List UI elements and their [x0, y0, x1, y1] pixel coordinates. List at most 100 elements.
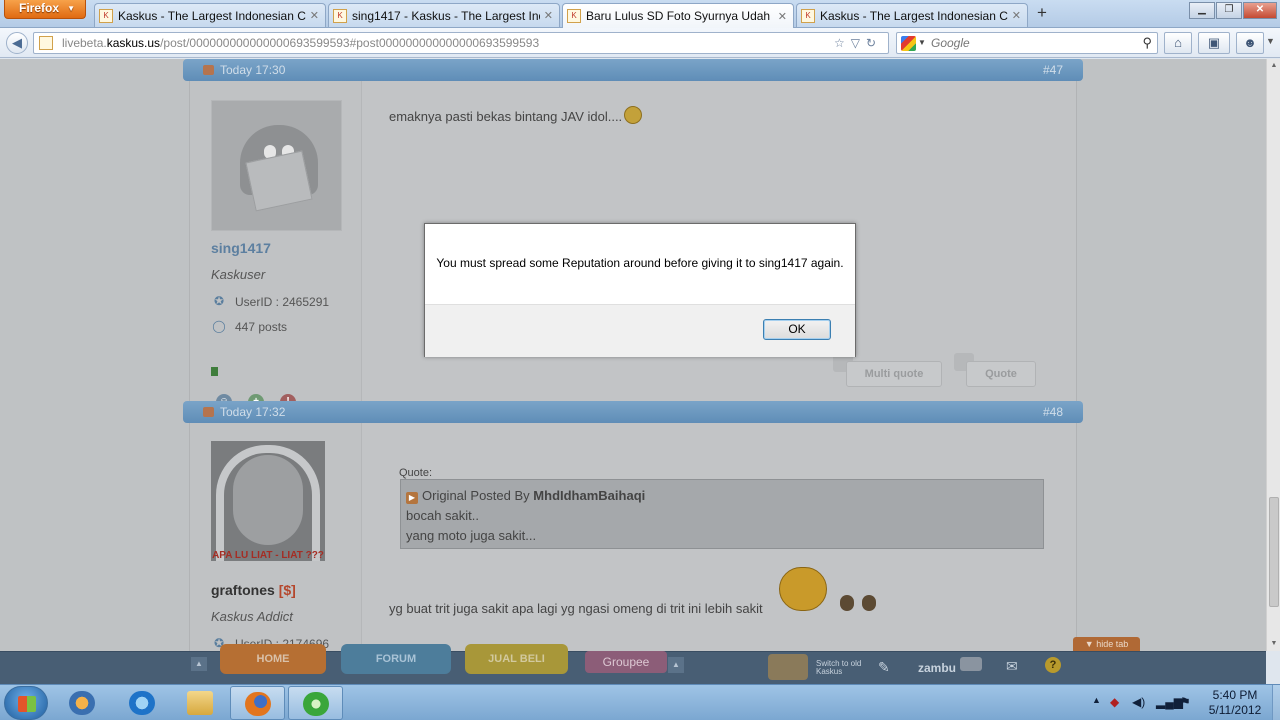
- antivirus-icon[interactable]: ◆: [1110, 695, 1119, 709]
- site-identity-icon[interactable]: [39, 36, 53, 50]
- chevron-up-icon[interactable]: ▲: [191, 657, 207, 671]
- tab-close-icon[interactable]: ✕: [778, 10, 787, 23]
- medal-icon: ✪: [213, 294, 225, 308]
- url-domain: kaskus.us: [106, 36, 161, 50]
- alert-footer: OK: [425, 304, 855, 357]
- scroll-down-icon[interactable]: ▼: [1267, 637, 1280, 651]
- taskbar-firefox[interactable]: [230, 686, 285, 720]
- post-status-icon: [203, 407, 214, 417]
- kaskus-tab-jual-beli[interactable]: JUAL BELI: [465, 644, 568, 674]
- username[interactable]: graftones [$]: [211, 582, 296, 598]
- browser-tab-active[interactable]: K Baru Lulus SD Foto Syurnya Udah Biki..…: [562, 3, 794, 28]
- page-scrollbar[interactable]: ▲ ▼: [1266, 59, 1280, 651]
- kaskus-favicon-icon: K: [567, 9, 581, 23]
- url-prefix: livebeta.: [62, 36, 107, 50]
- username-text: graftones: [211, 582, 275, 598]
- reload-icon[interactable]: ↻: [866, 36, 882, 50]
- new-tab-icon[interactable]: +: [1031, 4, 1053, 24]
- browser-tab[interactable]: K Kaskus - The Largest Indonesian Com...…: [94, 3, 326, 27]
- kaskus-tab-home[interactable]: HOME: [220, 644, 326, 674]
- post-time: Today 17:30: [220, 63, 286, 77]
- post-count: 447 posts: [235, 320, 288, 334]
- clock-time: 5:40 PM: [1212, 688, 1258, 702]
- help-icon[interactable]: ?: [1045, 657, 1061, 673]
- hide-tab-button[interactable]: ▼ hide tab: [1073, 637, 1140, 651]
- show-hidden-icons-icon[interactable]: ▲: [1092, 695, 1101, 705]
- chevron-down-icon[interactable]: ▼: [918, 33, 926, 53]
- kaskus-tab-forum[interactable]: FORUM: [341, 644, 451, 674]
- quote-author[interactable]: MhdIdhamBaihaqi: [533, 488, 645, 503]
- history-dropdown-icon[interactable]: ▽: [851, 36, 866, 50]
- navigation-toolbar: ◀ livebeta.kaskus.us/post/00000000000000…: [0, 28, 1280, 58]
- tab-close-icon[interactable]: ✕: [544, 9, 553, 22]
- post-time: Today 17:32: [220, 405, 286, 419]
- hide-tab-arrow-icon: ▼: [1084, 639, 1097, 649]
- bookmark-star-icon[interactable]: ☆: [834, 36, 851, 50]
- kaskus-username[interactable]: zambu: [918, 661, 956, 675]
- minimize-icon[interactable]: ▁: [1189, 2, 1215, 19]
- home-icon[interactable]: ⌂: [1164, 32, 1192, 54]
- action-center-flag-icon[interactable]: ⚑: [1180, 695, 1191, 709]
- tab-close-icon[interactable]: ✕: [310, 9, 319, 22]
- scrollbar-thumb[interactable]: [1269, 497, 1279, 607]
- user-info-column: sing1417 Kaskuser ✪ UserID : 2465291 ◯ 4…: [190, 81, 362, 410]
- avatar[interactable]: [211, 100, 342, 231]
- avatar[interactable]: APA LU LIAT - LIAT ???: [211, 441, 325, 561]
- taskbar-internet-explorer[interactable]: [115, 686, 170, 720]
- hide-tab-label: hide tab: [1096, 639, 1129, 649]
- taskbar-clock[interactable]: 5:40 PM 5/11/2012: [1200, 688, 1270, 718]
- notes-icon[interactable]: ✎: [878, 659, 890, 676]
- post-message-text: emaknya pasti bekas bintang JAV idol....: [389, 109, 623, 124]
- window-close-icon[interactable]: ✕: [1243, 2, 1277, 19]
- browser-tab[interactable]: K Kaskus - The Largest Indonesian Com...…: [796, 3, 1028, 27]
- bookmarks-icon[interactable]: ▣: [1198, 32, 1230, 54]
- username[interactable]: sing1417: [211, 240, 271, 256]
- search-placeholder: Google: [931, 36, 970, 50]
- google-engine-icon[interactable]: [901, 36, 916, 51]
- user-rank: Kaskuser: [211, 267, 266, 282]
- firefox-menu-button[interactable]: Firefox ▼: [4, 0, 86, 19]
- alert-dialog: You must spread some Reputation around b…: [424, 223, 856, 357]
- post-number[interactable]: #48: [1043, 401, 1063, 423]
- switch-old-kaskus-link[interactable]: Switch to old Kaskus: [816, 660, 866, 676]
- scroll-up-icon[interactable]: ▲: [1267, 59, 1280, 73]
- tab-title: Kaskus - The Largest Indonesian Com...: [820, 8, 1008, 23]
- kaskus-favicon-icon: K: [99, 8, 113, 23]
- tab-title: Kaskus - The Largest Indonesian Com...: [118, 8, 306, 23]
- firefox-menu-label: Firefox: [19, 1, 60, 15]
- taskbar-app-green[interactable]: [288, 686, 343, 720]
- alert-message: You must spread some Reputation around b…: [436, 256, 844, 270]
- quote-button[interactable]: Quote: [966, 361, 1036, 387]
- inbox-envelope-icon[interactable]: ✉: [1006, 658, 1018, 675]
- restore-icon[interactable]: ❐: [1216, 2, 1242, 19]
- tab-close-icon[interactable]: ✕: [1012, 9, 1021, 22]
- green-app-icon: [303, 692, 329, 716]
- view-post-arrow-icon[interactable]: ▶: [406, 492, 418, 504]
- url-bar[interactable]: livebeta.kaskus.us/post/0000000000000006…: [33, 32, 889, 54]
- overflow-chevron-icon[interactable]: ▼: [1266, 36, 1275, 46]
- back-arrow-icon[interactable]: ◀: [6, 32, 28, 54]
- media-player-icon: [69, 691, 95, 715]
- browser-tab[interactable]: K sing1417 - Kaskus - The Largest Indo..…: [328, 3, 560, 27]
- kaskus-favicon-icon: K: [333, 8, 347, 23]
- search-icon[interactable]: ⚲: [1142, 33, 1152, 53]
- chevron-up-icon[interactable]: ▲: [668, 657, 684, 673]
- post-header: Today 17:32 #48: [183, 401, 1083, 423]
- volume-icon[interactable]: ◀): [1132, 695, 1145, 709]
- network-signal-icon[interactable]: ▂▄▆: [1156, 695, 1183, 709]
- search-input[interactable]: ▼ Google ⚲: [896, 32, 1158, 54]
- multi-quote-button[interactable]: Multi quote: [846, 361, 942, 387]
- user-avatar-icon[interactable]: [960, 657, 982, 671]
- addon-smiley-icon[interactable]: ☻: [1236, 32, 1264, 54]
- show-desktop-button[interactable]: [1272, 685, 1280, 720]
- running-emoji-icon: [840, 595, 854, 611]
- post-number[interactable]: #47: [1043, 59, 1063, 81]
- taskbar-explorer[interactable]: [173, 686, 228, 720]
- taskbar-media-player[interactable]: [55, 686, 110, 720]
- kaskus-tab-groupee[interactable]: Groupee: [585, 651, 667, 673]
- switch-old-kaskus-icon[interactable]: [768, 654, 808, 680]
- url-path: /post/000000000000000693599593#post00000…: [160, 36, 540, 50]
- start-button[interactable]: [4, 686, 48, 720]
- kaskus-bottom-bar: ▲ HOME FORUM JUAL BELI Groupee ▲ Switch …: [0, 644, 1266, 684]
- ok-button[interactable]: OK: [763, 319, 831, 340]
